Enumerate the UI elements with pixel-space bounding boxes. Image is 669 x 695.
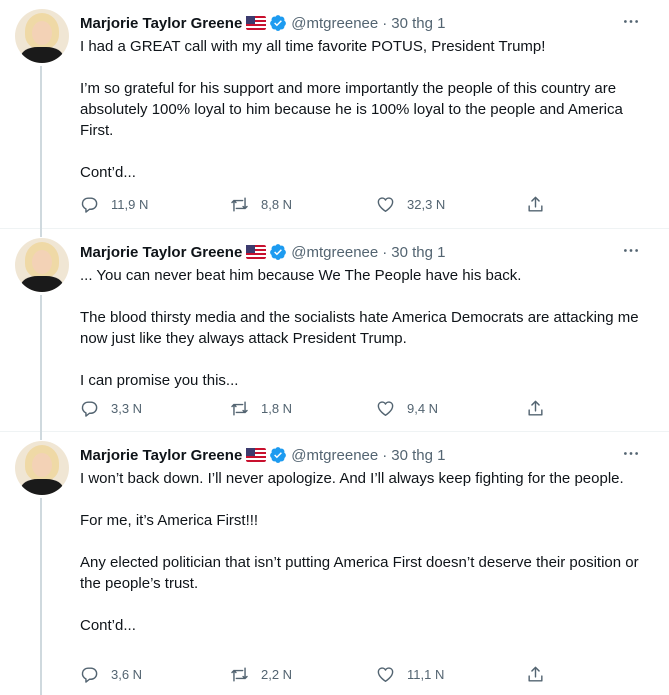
reply-count: 3,6 N	[111, 666, 143, 682]
retweet-button[interactable]: 2,2 N	[230, 663, 292, 685]
tweet[interactable]: Marjorie Taylor Greene @mtgreenee · 30 t…	[0, 229, 669, 440]
tweet-paragraph: Cont’d...	[80, 617, 136, 634]
share-button[interactable]	[526, 397, 545, 419]
share-icon	[528, 666, 543, 682]
tweet-paragraph: I had a GREAT call with my all time favo…	[80, 38, 546, 55]
tweet-paragraph: ... You can never beat him because We Th…	[80, 267, 522, 284]
more-options-icon	[624, 451, 638, 455]
tweet-paragraph: The blood thirsty media and the socialis…	[80, 309, 639, 347]
reply-button[interactable]: 3,3 N	[80, 397, 142, 419]
tweet-paragraph: I’m so grateful for his support and more…	[80, 80, 623, 139]
author-name[interactable]: Marjorie Taylor Greene	[80, 15, 242, 32]
avatar[interactable]	[15, 9, 69, 63]
us-flag-icon	[246, 16, 267, 30]
avatar[interactable]	[15, 238, 69, 292]
thread-connector-line	[40, 498, 42, 695]
like-button[interactable]: 32,3 N	[376, 193, 445, 215]
reply-icon	[81, 666, 98, 683]
reply-button[interactable]: 3,6 N	[80, 663, 142, 685]
reply-icon	[81, 196, 98, 213]
share-button[interactable]	[526, 193, 545, 215]
avatar[interactable]	[15, 441, 69, 495]
more-options-button[interactable]	[621, 241, 641, 259]
tweet-text: I won’t back down. I’ll never apologize.…	[80, 468, 640, 636]
author-handle[interactable]: @mtgreenee	[291, 15, 378, 32]
author-name[interactable]: Marjorie Taylor Greene	[80, 244, 242, 261]
tweet-timestamp[interactable]: 30 thg 1	[391, 447, 445, 464]
more-options-button[interactable]	[621, 444, 641, 462]
tweet-paragraph: I won’t back down. I’ll never apologize.…	[80, 470, 624, 487]
tweet-header: Marjorie Taylor Greene @mtgreenee · 30 t…	[80, 241, 445, 263]
retweet-button[interactable]: 8,8 N	[230, 193, 292, 215]
like-button[interactable]: 9,4 N	[376, 397, 438, 419]
verified-badge-icon	[270, 244, 287, 260]
reply-count: 11,9 N	[111, 196, 149, 212]
retweet-count: 8,8 N	[261, 196, 293, 212]
reply-icon	[81, 400, 98, 417]
tweet-paragraph: I can promise you this...	[80, 372, 239, 389]
verified-badge-icon	[270, 15, 287, 31]
tweet[interactable]: Marjorie Taylor Greene @mtgreenee · 30 t…	[0, 0, 669, 237]
share-button[interactable]	[526, 663, 545, 685]
share-icon	[528, 196, 543, 212]
author-handle[interactable]: @mtgreenee	[291, 447, 378, 464]
more-options-icon	[624, 248, 638, 252]
tweet-paragraph: For me, it’s America First!!!	[80, 512, 259, 529]
separator-dot: ·	[382, 446, 388, 464]
verified-badge-icon	[270, 447, 287, 463]
retweet-count: 2,2 N	[261, 666, 293, 682]
separator-dot: ·	[382, 243, 388, 261]
retweet-icon	[231, 196, 248, 212]
share-icon	[528, 400, 543, 416]
reply-count: 3,3 N	[111, 400, 143, 416]
retweet-icon	[231, 400, 248, 416]
author-handle[interactable]: @mtgreenee	[291, 244, 378, 261]
more-options-icon	[624, 19, 638, 23]
tweet-text: ... You can never beat him because We Th…	[80, 265, 640, 391]
tweet-header: Marjorie Taylor Greene @mtgreenee · 30 t…	[80, 12, 445, 34]
tweet-text: I had a GREAT call with my all time favo…	[80, 36, 640, 183]
heart-icon	[377, 196, 394, 212]
thread-connector-line	[40, 66, 42, 237]
author-name[interactable]: Marjorie Taylor Greene	[80, 447, 242, 464]
like-count: 9,4 N	[407, 400, 439, 416]
separator-dot: ·	[382, 14, 388, 32]
like-button[interactable]: 11,1 N	[376, 663, 444, 685]
more-options-button[interactable]	[621, 12, 641, 30]
tweet-timestamp[interactable]: 30 thg 1	[391, 244, 445, 261]
like-count: 11,1 N	[407, 666, 445, 682]
us-flag-icon	[246, 448, 267, 462]
thread-connector-line	[40, 295, 42, 440]
tweet-actions: 3,3 N 1,8 N 9,4 N	[80, 397, 560, 419]
tweet[interactable]: Marjorie Taylor Greene @mtgreenee · 30 t…	[0, 432, 669, 695]
tweet-actions: 3,6 N 2,2 N 11,1 N	[80, 663, 560, 685]
retweet-count: 1,8 N	[261, 400, 293, 416]
tweet-header: Marjorie Taylor Greene @mtgreenee · 30 t…	[80, 444, 445, 466]
retweet-button[interactable]: 1,8 N	[230, 397, 292, 419]
tweet-actions: 11,9 N 8,8 N 32,3 N	[80, 193, 560, 215]
reply-button[interactable]: 11,9 N	[80, 193, 148, 215]
like-count: 32,3 N	[407, 196, 446, 212]
heart-icon	[377, 666, 394, 682]
tweet-timestamp[interactable]: 30 thg 1	[391, 15, 445, 32]
tweet-paragraph: Cont’d...	[80, 164, 136, 181]
us-flag-icon	[246, 245, 267, 259]
retweet-icon	[231, 666, 248, 682]
heart-icon	[377, 400, 394, 416]
tweet-paragraph: Any elected politician that isn’t puttin…	[80, 554, 639, 592]
